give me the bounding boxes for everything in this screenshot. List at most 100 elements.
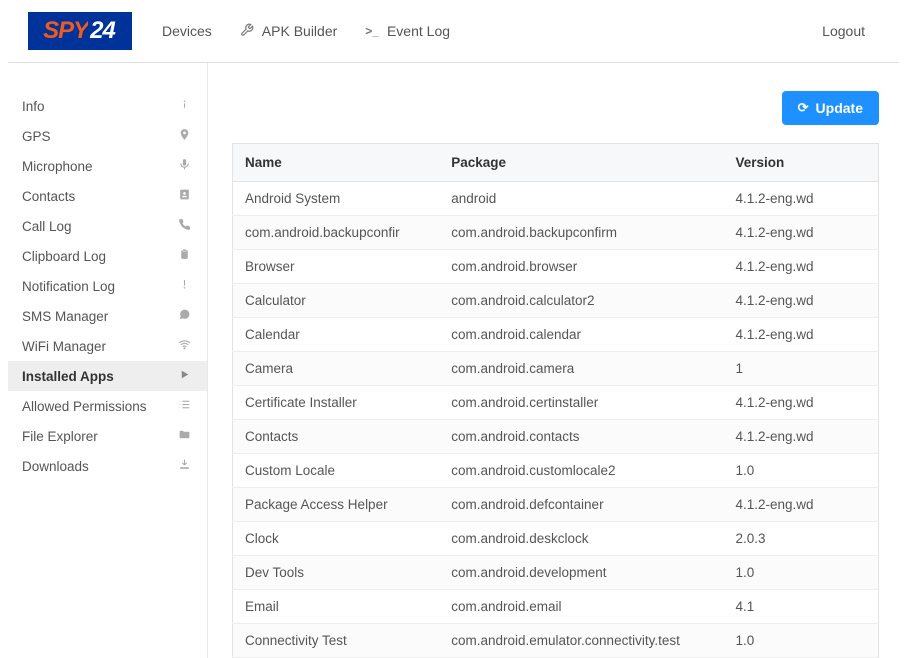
table-row[interactable]: Browsercom.android.browser4.1.2-eng.wd — [233, 250, 879, 284]
cell-version: 1.0 — [723, 624, 878, 658]
cell-version: 4.1 — [723, 590, 878, 624]
cell-package: com.android.development — [439, 556, 723, 590]
sidebar-item-sms-manager[interactable]: SMS Manager — [8, 301, 207, 331]
cell-name: Calendar — [233, 318, 440, 352]
table-row[interactable]: Certificate Installercom.android.certins… — [233, 386, 879, 420]
sidebar-item-clipboard-log[interactable]: Clipboard Log — [8, 241, 207, 271]
sidebar-item-wifi-manager[interactable]: WiFi Manager — [8, 331, 207, 361]
sidebar-item-label: Downloads — [22, 459, 89, 474]
cell-package: android — [439, 182, 723, 216]
nav-devices-label: Devices — [162, 23, 212, 39]
logo[interactable]: SPY24 — [28, 12, 132, 50]
sidebar-item-call-log[interactable]: Call Log — [8, 211, 207, 241]
main-area: Info GPS Microphone Contacts Call Log Clipboa… — [0, 63, 907, 658]
top-nav: Devices APK Builder >_ Event Log — [148, 15, 808, 48]
sidebar-item-label: Installed Apps — [22, 369, 114, 384]
table-body: Android Systemandroid4.1.2-eng.wdcom.and… — [233, 182, 879, 658]
cell-name: Android System — [233, 182, 440, 216]
cell-name: Connectivity Test — [233, 624, 440, 658]
info-icon — [175, 98, 193, 114]
wifi-icon — [175, 338, 193, 354]
cell-version: 4.1.2-eng.wd — [723, 216, 878, 250]
cell-package: com.android.calculator2 — [439, 284, 723, 318]
cell-version: 4.1.2-eng.wd — [723, 488, 878, 522]
content-toolbar: ⟳ Update — [232, 91, 879, 125]
th-package: Package — [439, 144, 723, 182]
sidebar-item-notification-log[interactable]: Notification Log — [8, 271, 207, 301]
apps-table: Name Package Version Android Systemandro… — [232, 143, 879, 658]
sidebar-item-label: File Explorer — [22, 429, 98, 444]
cell-package: com.android.calendar — [439, 318, 723, 352]
phone-icon — [175, 218, 193, 234]
chat-icon — [175, 308, 193, 324]
contacts-icon — [175, 188, 193, 204]
sidebar-item-info[interactable]: Info — [8, 91, 207, 121]
table-row[interactable]: Clockcom.android.deskclock2.0.3 — [233, 522, 879, 556]
cell-package: com.android.backupconfirm — [439, 216, 723, 250]
table-header-row: Name Package Version — [233, 144, 879, 182]
update-button-label: Update — [816, 100, 863, 116]
download-icon — [175, 458, 193, 474]
table-row[interactable]: Cameracom.android.camera1 — [233, 352, 879, 386]
sidebar-item-file-explorer[interactable]: File Explorer — [8, 421, 207, 451]
logout-link[interactable]: Logout — [808, 15, 879, 47]
refresh-icon: ⟳ — [798, 100, 809, 116]
sidebar-item-microphone[interactable]: Microphone — [8, 151, 207, 181]
sidebar-item-allowed-permissions[interactable]: Allowed Permissions — [8, 391, 207, 421]
cell-name: Dev Tools — [233, 556, 440, 590]
sidebar-item-label: GPS — [22, 129, 51, 144]
cell-version: 4.1.2-eng.wd — [723, 386, 878, 420]
list-icon — [175, 398, 193, 414]
cell-version: 4.1.2-eng.wd — [723, 318, 878, 352]
cell-package: com.android.customlocale2 — [439, 454, 723, 488]
terminal-icon: >_ — [365, 24, 379, 38]
cell-package: com.android.camera — [439, 352, 723, 386]
table-row[interactable]: com.android.backupconfircom.android.back… — [233, 216, 879, 250]
cell-name: Browser — [233, 250, 440, 284]
cell-package: com.android.contacts — [439, 420, 723, 454]
update-button[interactable]: ⟳ Update — [782, 91, 879, 125]
sidebar-item-gps[interactable]: GPS — [8, 121, 207, 151]
cell-name: Contacts — [233, 420, 440, 454]
sidebar-item-label: Call Log — [22, 219, 72, 234]
nav-apk-builder[interactable]: APK Builder — [226, 15, 351, 48]
table-row[interactable]: Contactscom.android.contacts4.1.2-eng.wd — [233, 420, 879, 454]
cell-name: Clock — [233, 522, 440, 556]
nav-apk-builder-label: APK Builder — [262, 23, 337, 39]
sidebar-item-downloads[interactable]: Downloads — [8, 451, 207, 481]
cell-package: com.android.certinstaller — [439, 386, 723, 420]
logo-text-1: SPY — [43, 17, 88, 45]
logo-text-2: 24 — [88, 17, 117, 45]
cell-version: 4.1.2-eng.wd — [723, 182, 878, 216]
sidebar-item-label: Contacts — [22, 189, 75, 204]
mic-icon — [175, 158, 193, 174]
cell-version: 4.1.2-eng.wd — [723, 284, 878, 318]
cell-version: 4.1.2-eng.wd — [723, 420, 878, 454]
cell-name: com.android.backupconfir — [233, 216, 440, 250]
sidebar: Info GPS Microphone Contacts Call Log Clipboa… — [8, 63, 208, 658]
table-row[interactable]: Emailcom.android.email4.1 — [233, 590, 879, 624]
sidebar-item-label: Allowed Permissions — [22, 399, 147, 414]
nav-event-log[interactable]: >_ Event Log — [351, 15, 464, 47]
content-area: ⟳ Update Name Package Version Android Sy… — [208, 63, 899, 658]
cell-version: 4.1.2-eng.wd — [723, 250, 878, 284]
cell-version: 1.0 — [723, 454, 878, 488]
nav-devices[interactable]: Devices — [148, 15, 226, 47]
table-row[interactable]: Custom Localecom.android.customlocale21.… — [233, 454, 879, 488]
sidebar-item-installed-apps[interactable]: Installed Apps — [8, 361, 207, 391]
table-row[interactable]: Calculatorcom.android.calculator24.1.2-e… — [233, 284, 879, 318]
exclaim-icon — [175, 278, 193, 294]
table-row[interactable]: Calendarcom.android.calendar4.1.2-eng.wd — [233, 318, 879, 352]
sidebar-item-label: Microphone — [22, 159, 93, 174]
cell-package: com.android.emulator.connectivity.test — [439, 624, 723, 658]
sidebar-item-label: Clipboard Log — [22, 249, 106, 264]
table-row[interactable]: Dev Toolscom.android.development1.0 — [233, 556, 879, 590]
folder-icon — [175, 428, 193, 444]
sidebar-item-label: WiFi Manager — [22, 339, 106, 354]
cell-version: 1 — [723, 352, 878, 386]
table-row[interactable]: Package Access Helpercom.android.defcont… — [233, 488, 879, 522]
sidebar-item-contacts[interactable]: Contacts — [8, 181, 207, 211]
table-row[interactable]: Android Systemandroid4.1.2-eng.wd — [233, 182, 879, 216]
table-row[interactable]: Connectivity Testcom.android.emulator.co… — [233, 624, 879, 658]
sidebar-item-label: Notification Log — [22, 279, 115, 294]
